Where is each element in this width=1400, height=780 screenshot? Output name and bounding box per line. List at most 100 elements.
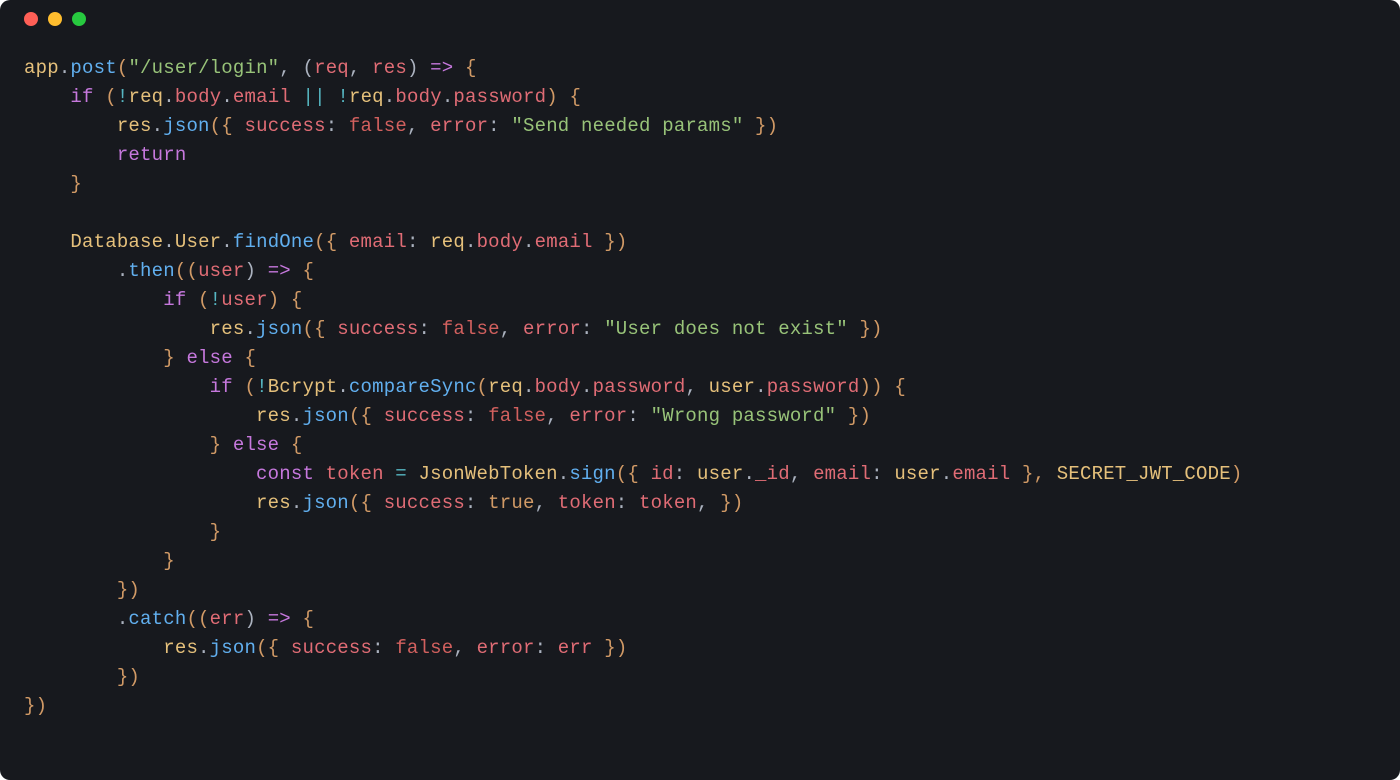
- code-token: json: [210, 637, 256, 659]
- code-token: }): [848, 318, 883, 340]
- code-token: success: [244, 115, 325, 137]
- code-token: user: [198, 260, 244, 282]
- code-token: compareSync: [349, 376, 477, 398]
- code-token: },: [1010, 463, 1056, 485]
- code-token: res: [117, 115, 152, 137]
- code-token: [24, 144, 117, 166]
- code-line: const token = JsonWebToken.sign({ id: us…: [24, 460, 1376, 489]
- code-line: res.json({ success: false, error: "Wrong…: [24, 402, 1376, 431]
- code-token: password: [453, 86, 546, 108]
- code-token: body: [395, 86, 441, 108]
- code-token: ) {: [268, 289, 303, 311]
- code-line: if (!req.body.email || !req.body.passwor…: [24, 83, 1376, 112]
- code-token: user: [709, 376, 755, 398]
- code-token: User: [175, 231, 221, 253]
- code-token: res: [256, 405, 291, 427]
- code-token: Database: [70, 231, 163, 253]
- code-token: {: [279, 434, 302, 456]
- code-token: !: [117, 86, 129, 108]
- code-token: ,: [500, 318, 523, 340]
- code-token: post: [70, 57, 116, 79]
- code-token: .: [24, 608, 128, 630]
- code-token: .: [523, 376, 535, 398]
- code-token: email: [813, 463, 871, 485]
- close-icon[interactable]: [24, 12, 38, 26]
- code-token: [24, 376, 210, 398]
- code-token: .: [755, 376, 767, 398]
- code-token: }: [24, 521, 221, 543]
- code-token: .: [337, 376, 349, 398]
- code-line: }): [24, 692, 1376, 721]
- code-token: :: [419, 318, 442, 340]
- code-token: ({: [349, 492, 384, 514]
- code-token: res: [163, 637, 198, 659]
- code-token: .: [59, 57, 71, 79]
- code-line: return: [24, 141, 1376, 170]
- code-token: json: [302, 405, 348, 427]
- code-token: .: [442, 86, 454, 108]
- code-token: return: [117, 144, 187, 166]
- code-token: user: [894, 463, 940, 485]
- code-token: false: [349, 115, 407, 137]
- code-token: {: [453, 57, 476, 79]
- code-token: token: [639, 492, 697, 514]
- code-token: (: [117, 57, 129, 79]
- code-token: if: [210, 376, 233, 398]
- code-token: }): [24, 695, 47, 717]
- code-token: .: [244, 318, 256, 340]
- code-line: } else {: [24, 431, 1376, 460]
- code-token: id: [651, 463, 674, 485]
- zoom-icon[interactable]: [72, 12, 86, 26]
- code-line: res.json({ success: false, error: err }): [24, 634, 1376, 663]
- code-token: err: [210, 608, 245, 630]
- code-token: }: [24, 434, 233, 456]
- code-token: success: [384, 492, 465, 514]
- code-token: .: [24, 260, 128, 282]
- code-token: }: [24, 347, 186, 369]
- code-token: :: [407, 231, 430, 253]
- code-token: body: [175, 86, 221, 108]
- code-token: :: [372, 637, 395, 659]
- code-token: :: [326, 115, 349, 137]
- code-token: }: [24, 550, 175, 572]
- code-token: app: [24, 57, 59, 79]
- code-token: [24, 405, 256, 427]
- code-token: }): [24, 579, 140, 601]
- code-token: =>: [268, 608, 291, 630]
- code-token: :: [465, 492, 488, 514]
- code-token: :: [581, 318, 604, 340]
- code-token: }): [720, 492, 743, 514]
- code-token: token: [558, 492, 616, 514]
- code-token: const: [256, 463, 314, 485]
- code-token: ,: [453, 637, 476, 659]
- code-token: }): [836, 405, 871, 427]
- code-token: [24, 463, 256, 485]
- code-line: }: [24, 170, 1376, 199]
- code-token: .: [291, 405, 303, 427]
- code-token: ): [407, 57, 430, 79]
- code-token: [24, 86, 70, 108]
- code-token: false: [442, 318, 500, 340]
- code-token: else: [186, 347, 232, 369]
- code-line: res.json({ success: false, error: "Send …: [24, 112, 1376, 141]
- minimize-icon[interactable]: [48, 12, 62, 26]
- code-token: json: [163, 115, 209, 137]
- code-token: [24, 115, 117, 137]
- code-token: if: [70, 86, 93, 108]
- code-token: .: [384, 86, 396, 108]
- code-token: (: [186, 289, 209, 311]
- code-token: if: [163, 289, 186, 311]
- editor-window: app.post("/user/login", (req, res) => { …: [0, 0, 1400, 780]
- code-token: .: [291, 492, 303, 514]
- code-token: success: [291, 637, 372, 659]
- code-editor[interactable]: app.post("/user/login", (req, res) => { …: [0, 38, 1400, 745]
- code-token: email: [535, 231, 593, 253]
- code-token: email: [349, 231, 407, 253]
- code-token: err: [558, 637, 593, 659]
- code-token: req: [349, 86, 384, 108]
- code-token: ): [1231, 463, 1243, 485]
- code-token: ||: [291, 86, 337, 108]
- code-token: =>: [268, 260, 291, 282]
- code-token: ) {: [546, 86, 581, 108]
- code-line: app.post("/user/login", (req, res) => {: [24, 54, 1376, 83]
